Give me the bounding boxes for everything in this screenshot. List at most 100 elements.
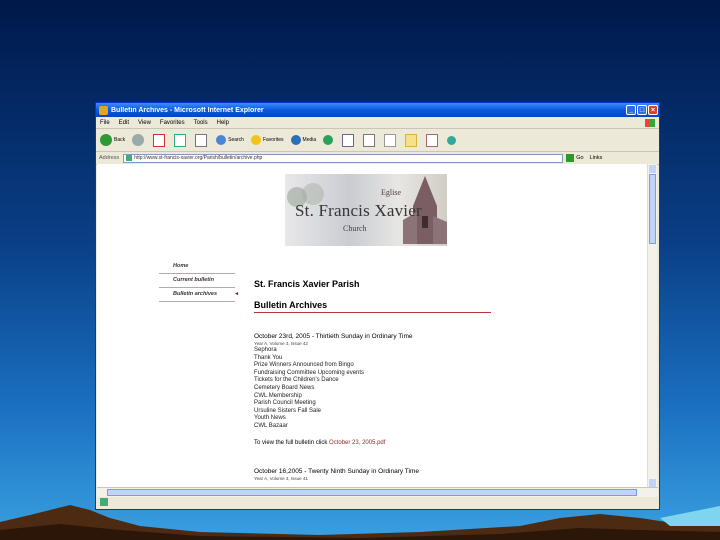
list-item: Cemetery Board News xyxy=(254,384,315,391)
back-button[interactable]: Back xyxy=(100,134,125,146)
back-arrow-icon xyxy=(100,134,112,146)
star-icon xyxy=(250,135,261,145)
nav-home-label: Home xyxy=(173,263,189,269)
logo-eglise: Eglise xyxy=(381,188,401,197)
nav-item-bulletin-archives[interactable]: Bulletin archives ◂ xyxy=(159,288,238,302)
favorites-button[interactable]: Favorites xyxy=(250,135,284,145)
bulletin-entry-subtitle-2: Year A, Volume 3, Issue 41 xyxy=(254,475,308,481)
search-button[interactable]: Search xyxy=(216,135,244,145)
mail-icon xyxy=(342,133,355,147)
list-item: Thank You xyxy=(254,354,283,361)
list-item: Tickets for the Children's Dance xyxy=(254,377,339,384)
address-label: Address xyxy=(99,155,120,161)
bulletin-entry-title: October 23rd, 2005 - Thirtieth Sunday in… xyxy=(254,333,413,340)
horizontal-scrollbar[interactable] xyxy=(97,488,658,497)
edit-icon xyxy=(384,133,397,147)
list-item: Youth News xyxy=(254,415,286,422)
browser-window: Bulletin Archives - Microsoft Internet E… xyxy=(95,102,660,510)
pdf-prefix: To view the full bulletin click xyxy=(254,439,328,446)
list-item: CWL Bazaar xyxy=(254,422,288,429)
history-button[interactable] xyxy=(323,135,335,145)
logo-church: Church xyxy=(343,224,367,233)
window-title: Bulletin Archives - Microsoft Internet E… xyxy=(111,106,264,114)
menu-favorites[interactable]: Favorites xyxy=(160,120,185,126)
go-button[interactable]: Go xyxy=(566,154,584,162)
bulletin-entry-subtitle: Year A, Volume 3, Issue 42 xyxy=(254,341,308,346)
nav-item-current-bulletin[interactable]: Current bulletin xyxy=(159,274,235,288)
nav-archives-label: Bulletin archives xyxy=(173,291,218,297)
windows-logo-icon xyxy=(645,118,655,127)
horizontal-scroll-thumb[interactable] xyxy=(107,489,637,496)
list-item: CWL Membership xyxy=(254,392,302,399)
scroll-thumb[interactable] xyxy=(649,174,656,244)
research-button[interactable] xyxy=(426,133,440,147)
pdf-line: To view the full bulletin click October … xyxy=(254,440,491,446)
refresh-icon xyxy=(174,133,187,147)
stop-icon xyxy=(153,133,166,147)
forward-arrow-icon xyxy=(132,134,145,146)
printer-icon xyxy=(363,133,376,147)
history-icon xyxy=(323,135,334,145)
links-button[interactable]: Links xyxy=(590,155,603,161)
forward-button[interactable] xyxy=(132,134,146,146)
edit-button[interactable] xyxy=(384,133,398,147)
nav-current-label: Current bulletin xyxy=(173,277,214,283)
page-done-icon xyxy=(100,498,108,506)
bulletin-topic-list: Sephora Thank You Prize Winners Announce… xyxy=(254,347,491,431)
status-bar xyxy=(97,487,658,508)
minimize-button[interactable]: _ xyxy=(626,105,636,115)
close-button[interactable]: × xyxy=(648,105,658,115)
favorites-label: Favorites xyxy=(262,137,284,143)
media-label: Media xyxy=(302,137,317,143)
discuss-button[interactable] xyxy=(405,133,419,147)
menu-help[interactable]: Help xyxy=(217,120,229,126)
list-item: Parish Council Meeting xyxy=(254,400,316,407)
ie-icon xyxy=(99,105,108,115)
side-nav: Home Current bulletin Bulletin archives … xyxy=(159,260,238,302)
vertical-scrollbar[interactable] xyxy=(647,164,657,488)
page-viewport: Eglise St. Francis Xavier Church Home Cu… xyxy=(97,164,657,488)
folder-icon xyxy=(405,133,418,147)
go-label: Go xyxy=(576,155,584,161)
list-item: Ursuline Sisters Fall Sale xyxy=(254,407,322,414)
stop-button[interactable] xyxy=(153,133,167,147)
standard-toolbar: Back Search Favorites Media xyxy=(96,129,659,152)
search-icon xyxy=(216,135,227,145)
messenger-button[interactable] xyxy=(447,135,458,145)
home-icon xyxy=(195,133,208,147)
active-indicator-icon: ◂ xyxy=(235,291,238,297)
pdf-link[interactable]: October 23, 2005.pdf xyxy=(329,440,385,446)
menu-bar: File Edit View Favorites Tools Help xyxy=(96,117,659,129)
menu-file[interactable]: File xyxy=(100,120,110,126)
mail-button[interactable] xyxy=(342,133,356,147)
parish-heading: St. Francis Xavier Parish xyxy=(254,279,360,289)
refresh-button[interactable] xyxy=(174,133,188,147)
menu-view[interactable]: View xyxy=(138,120,151,126)
scroll-up-arrow-icon[interactable] xyxy=(649,165,656,173)
address-input[interactable]: http://www.st-francis-xavier.org/Parish/… xyxy=(123,153,564,163)
search-label: Search xyxy=(228,137,244,143)
print-button[interactable] xyxy=(363,133,377,147)
messenger-icon xyxy=(447,135,457,145)
church-logo: Eglise St. Francis Xavier Church xyxy=(285,174,447,246)
bulletin-entry-title-2: October 16,2005 - Twenty Ninth Sunday in… xyxy=(254,467,419,475)
maximize-button[interactable]: □ xyxy=(637,105,647,115)
logo-name: St. Francis Xavier xyxy=(295,201,422,220)
main-content: St. Francis Xavier Parish Bulletin Archi… xyxy=(254,279,491,481)
scroll-down-arrow-icon[interactable] xyxy=(649,479,656,487)
list-item: Fundraising Committee Upcoming events xyxy=(254,369,365,376)
menu-edit[interactable]: Edit xyxy=(119,120,129,126)
research-icon xyxy=(426,133,439,147)
menu-tools[interactable]: Tools xyxy=(194,120,208,126)
title-bar: Bulletin Archives - Microsoft Internet E… xyxy=(96,103,659,117)
list-item: Prize Winners Announced from Bingo xyxy=(254,362,354,369)
home-button[interactable] xyxy=(195,133,209,147)
list-item: Sephora xyxy=(254,347,277,353)
media-icon xyxy=(290,135,301,145)
page-title: Bulletin Archives xyxy=(254,300,491,313)
media-button[interactable]: Media xyxy=(290,135,317,145)
page-icon xyxy=(126,155,133,161)
nav-item-home[interactable]: Home xyxy=(159,260,235,274)
back-label: Back xyxy=(114,137,126,143)
go-arrow-icon xyxy=(566,154,575,162)
